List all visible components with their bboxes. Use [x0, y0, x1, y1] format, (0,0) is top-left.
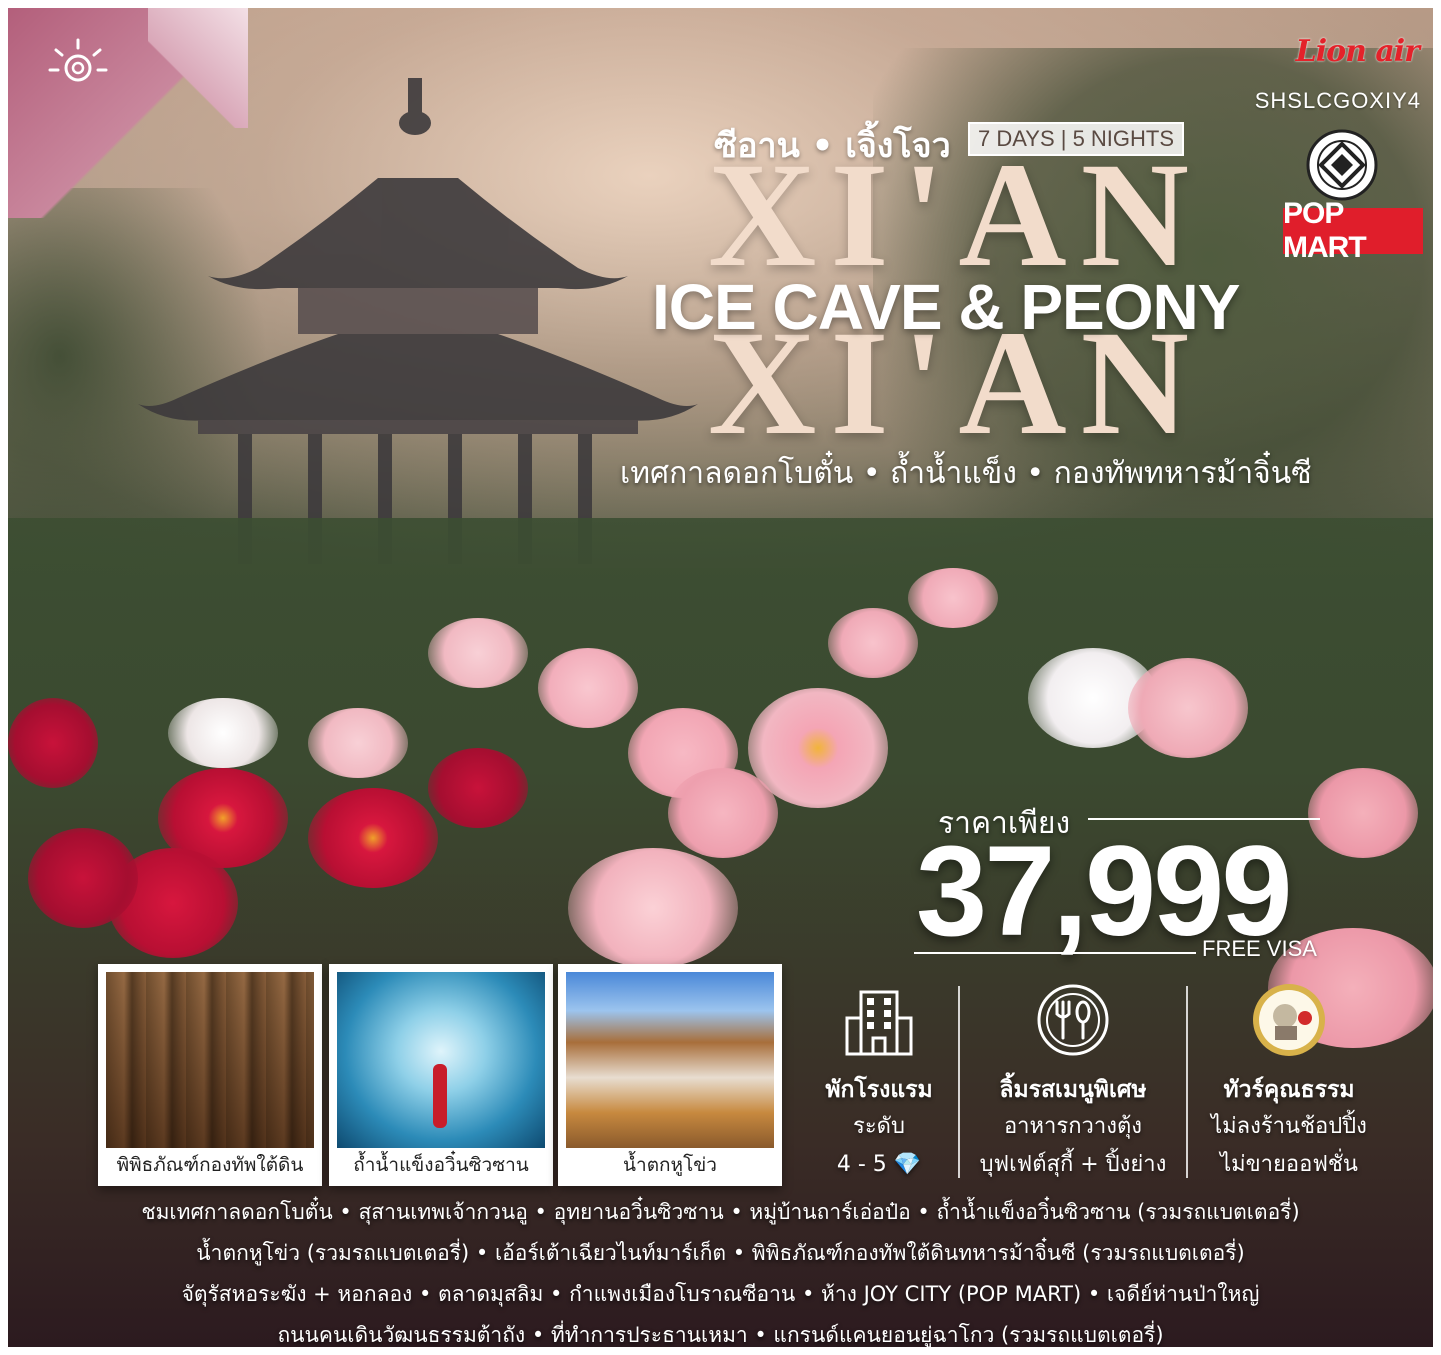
itinerary-line: ถนนคนเดินวัฒนธรรมต้าถัง • ที่ทำการประธาน… [277, 1323, 1164, 1347]
hukou-waterfall-image [566, 972, 774, 1148]
feature-title: ทัวร์คุณธรรม [1223, 1077, 1355, 1103]
feature-ethics: ทัวร์คุณธรรม ไม่ลงร้านช้อปปิ้ง ไม่ขายออฟ… [1184, 980, 1394, 1184]
photo-card-ice-cave: ถ้ำน้ำแข็งอวิ๋นซิวซาน [329, 964, 553, 1186]
photo-card-terracotta: พิพิธภัณฑ์กองทัพใต้ดิน [98, 964, 322, 1186]
ice-cave-image [337, 972, 545, 1148]
sun-logo-icon [48, 38, 108, 82]
photo-caption: น้ำตกหูโข่ว [623, 1154, 717, 1176]
feature-hotel: พักโรงแรม ระดับ 4 - 5 💎 [774, 980, 984, 1184]
itinerary-list: ชมเทศกาลดอกโบตั๋น • สุสานเทพเจ้ากวนอู • … [8, 1192, 1433, 1347]
feature-line: 4 - 5 💎 [836, 1152, 922, 1177]
feature-title: พักโรงแรม [825, 1077, 933, 1103]
terracotta-army-image [106, 972, 314, 1148]
subtitle: เทศกาลดอกโบตั๋น • ถ้ำน้ำแข็ง • กองทัพทหา… [620, 456, 1312, 491]
feature-line: ไม่ขายออฟชั่น [1220, 1152, 1358, 1177]
airline-logo: Lion air [1295, 34, 1420, 69]
popmart-badge: POP MART [1283, 197, 1423, 264]
feature-line: ไม่ลงร้านช้อปปิ้ง [1211, 1114, 1367, 1139]
duration-badge: 7 DAYS | 5 NIGHTS [968, 122, 1185, 156]
dining-icon [1037, 984, 1109, 1056]
ethics-badge-icon [1253, 984, 1325, 1056]
feature-title: ลิ้มรสเมนูพิเศษ [999, 1077, 1147, 1103]
itinerary-line: ชมเทศกาลดอกโบตั๋น • สุสานเทพเจ้ากวนอู • … [141, 1200, 1300, 1224]
feature-line: อาหารกวางตุ้ง [1003, 1114, 1143, 1139]
feature-dining: ลิ้มรสเมนูพิเศษ อาหารกวางตุ้ง บุฟเฟต์สุก… [968, 980, 1178, 1184]
photo-caption: ถ้ำน้ำแข็งอวิ๋นซิวซาน [353, 1154, 529, 1176]
tour-code: SHSLCGOXIY4 [1254, 88, 1421, 113]
photo-card-waterfall: น้ำตกหูโข่ว [558, 964, 782, 1186]
hotel-icon [845, 990, 913, 1056]
itinerary-line: น้ำตกหูโข่ว (รวมรถแบตเตอรี่) • เอ้อร์เต้… [196, 1241, 1245, 1265]
feature-line: ระดับ [853, 1114, 905, 1139]
page-fold-curl [148, 8, 248, 128]
cities-label: ซีอาน • เจิ้งโจว [714, 126, 951, 166]
feature-line: บุฟเฟต์สุกี้ + ปิ้งย่าง [979, 1152, 1167, 1177]
free-visa-label: FREE VISA [1202, 936, 1317, 961]
tour-poster: Lion air SHSLCGOXIY4 POP MART XI'AN XI'A… [8, 8, 1433, 1347]
price-divider-bottom [914, 952, 1196, 954]
feature-divider [958, 986, 960, 1178]
headline: ICE CAVE & PEONY [652, 271, 1240, 343]
world-heritage-icon [1306, 129, 1378, 201]
photo-caption: พิพิธภัณฑ์กองทัพใต้ดิน [116, 1154, 304, 1176]
itinerary-line: จัตุรัสหอระฆัง + หอกลอง • ตลาดมุสลิม • ก… [181, 1282, 1260, 1306]
